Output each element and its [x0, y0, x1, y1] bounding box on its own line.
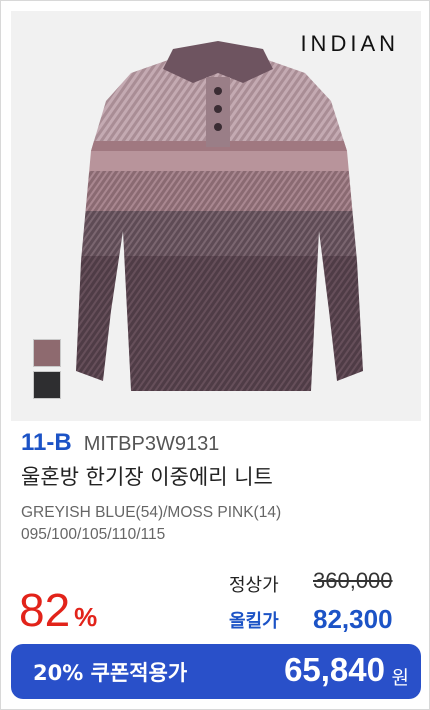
- coupon-price: 65,840: [284, 651, 385, 688]
- coupon-unit: 원: [391, 667, 409, 689]
- color-swatch-moss-pink[interactable]: [33, 339, 61, 367]
- sweater-illustration: [76, 41, 363, 391]
- product-code: 11-B: [21, 429, 72, 456]
- product-code-row: 11-B MITBP3W9131: [21, 429, 219, 457]
- coupon-label: 20% 쿠폰적용가: [33, 661, 188, 685]
- discount-rate: 82%: [19, 583, 97, 637]
- product-image[interactable]: INDIAN: [11, 11, 421, 421]
- discount-symbol: %: [74, 602, 98, 632]
- sale-price: 82,300: [313, 604, 393, 634]
- regular-price-label: 정상가: [229, 575, 279, 596]
- regular-price: 360,000: [313, 568, 393, 593]
- color-swatch-dark-grey[interactable]: [33, 371, 61, 399]
- product-card[interactable]: INDIAN 11-B MITBP3W9131 울혼방 한기장 이중에리 니트 …: [0, 0, 430, 710]
- brand-logo: INDIAN: [300, 31, 399, 56]
- product-title[interactable]: 울혼방 한기장 이중에리 니트: [21, 461, 273, 491]
- product-sizes: 095/100/105/110/115: [21, 526, 166, 543]
- coupon-price-bar[interactable]: 20% 쿠폰적용가 65,840 원: [11, 644, 421, 699]
- product-colors: GREYISH BLUE(54)/MOSS PINK(14): [21, 504, 282, 521]
- product-sku: MITBP3W9131: [83, 433, 220, 455]
- discount-number: 82: [19, 584, 71, 636]
- sale-price-label: 올킬가: [229, 611, 279, 632]
